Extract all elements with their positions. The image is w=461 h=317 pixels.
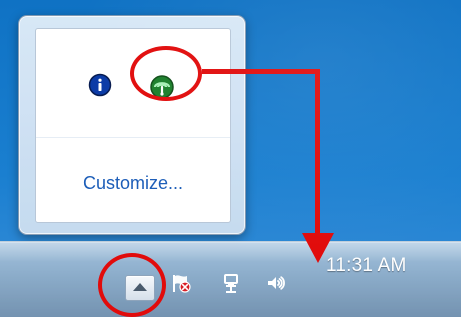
customize-link[interactable]: Customize... bbox=[36, 173, 230, 194]
network-status-icon[interactable] bbox=[148, 73, 176, 101]
notification-overflow-panel: Customize... bbox=[35, 28, 231, 223]
action-center-flag-icon-glyph bbox=[173, 275, 191, 293]
speaker-icon-glyph bbox=[268, 276, 285, 290]
action-center-flag-icon[interactable] bbox=[170, 272, 192, 294]
network-icon-glyph bbox=[224, 274, 238, 293]
popup-divider bbox=[36, 137, 230, 138]
information-icon[interactable] bbox=[88, 73, 112, 97]
annotation-arrow-horizontal bbox=[202, 69, 318, 74]
network-icon[interactable] bbox=[220, 272, 242, 294]
network-status-icon-glyph bbox=[150, 75, 174, 99]
overflow-icons-row bbox=[36, 29, 230, 135]
annotation-arrow-head bbox=[302, 233, 334, 263]
desktop: Customize... 11:31 AM bbox=[0, 0, 461, 317]
clock-time[interactable]: 11:31 AM bbox=[326, 255, 446, 277]
chevron-up-icon bbox=[133, 283, 147, 291]
annotation-arrow-vertical bbox=[315, 69, 320, 237]
information-icon-glyph bbox=[88, 73, 112, 97]
speaker-icon[interactable] bbox=[264, 272, 286, 294]
notification-overflow-popup: Customize... bbox=[18, 15, 246, 235]
show-hidden-icons-button[interactable] bbox=[125, 275, 155, 301]
